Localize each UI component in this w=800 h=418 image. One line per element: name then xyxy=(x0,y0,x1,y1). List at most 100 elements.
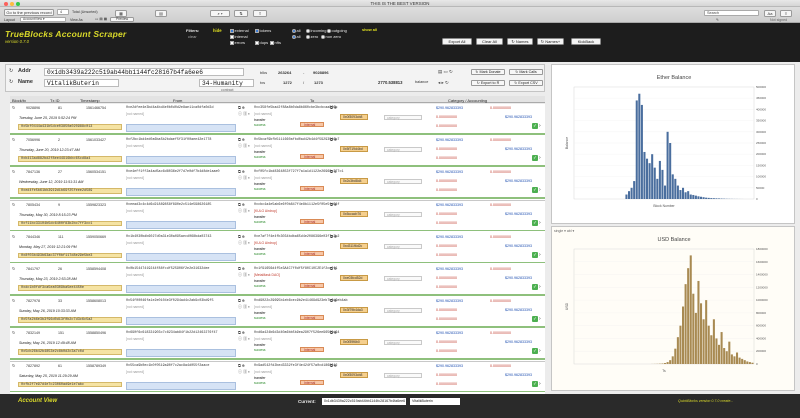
account-tag-field[interactable]: 34-Humanity xyxy=(199,79,254,87)
col-category-header[interactable]: Category / Accounting xyxy=(448,98,487,103)
row-fn-selector[interactable]: 0x5f719d4bd xyxy=(340,146,368,153)
row-refresh-icon[interactable]: ↻ xyxy=(12,234,15,239)
row-to-address[interactable]: 0x9ad542fd2bed3332fe3f4e424f57a0cd186864… xyxy=(254,364,337,368)
copy-icon[interactable]: ⧉ ⊕ xyxy=(238,266,245,271)
row-reconciled-icon[interactable]: ✓ xyxy=(532,348,538,355)
row-category-select[interactable]: category xyxy=(384,147,422,153)
name-refresh-icon[interactable]: ↻ xyxy=(9,79,13,85)
row-reconciled-icon[interactable]: ✓ xyxy=(532,251,538,258)
row-expand-icon[interactable]: › xyxy=(539,220,541,226)
to-copy-icon[interactable]: ⧉ ⊕ xyxy=(330,266,337,271)
clear-filters-link[interactable]: clear xyxy=(188,34,197,39)
to-copy-icon[interactable]: ⧉ ⊕ xyxy=(330,105,337,110)
search-input[interactable]: Search xyxy=(704,10,759,16)
row-tx-hash[interactable]: 0x5cb26b42b4853e2c8b0d2c3a7c0d xyxy=(18,349,122,355)
table-row[interactable]: ↻ 9028896 81 1561466754 Tuesday, June 25, 20… xyxy=(10,104,545,137)
names-plus-button[interactable]: ↻ Names+ xyxy=(537,38,564,45)
row-to-address[interactable]: 0xc358fe5bad2f88a8b0da8b860cbe3bcbcaa866… xyxy=(254,106,337,110)
row-from-address[interactable]: 0xe2dfee4e3bd4a4bd4e0b0d0d2e8ae11ca0dfa0… xyxy=(126,106,214,110)
table-row[interactable]: ↻ 7841797 26 1558594408 Thursday, May 23, 20… xyxy=(10,265,545,298)
copy-icon[interactable]: ⧉ ⊕ xyxy=(238,169,245,174)
row-from-address[interactable]: 0xeead3c4c4d6d21889858f890e2c514e5986261… xyxy=(126,203,211,207)
row-fn-selector[interactable]: 0xe03fcd52d xyxy=(340,275,368,281)
value-nonzero-radio[interactable]: non zero xyxy=(321,34,341,39)
to-copy-icon[interactable]: ⧉ ⊕ xyxy=(330,202,337,207)
to-copy-icon[interactable]: ⧉ ⊕ xyxy=(330,330,337,335)
dups-filter-checkbox[interactable]: dups xyxy=(255,40,268,45)
prev-record-button[interactable]: Go to the previous record xyxy=(4,9,54,16)
row-expand-icon[interactable]: › xyxy=(539,381,541,387)
find-icon[interactable]: ⌕ ▾ xyxy=(210,10,230,17)
row-from-address[interactable]: 0x55ca9b0ec1b0f0519a90f7c2ac8a4d055f2aac… xyxy=(126,364,209,368)
row-to-address[interactable]: 0x1f91656d4f5e3A4C7f0df5f80C10C2E1f2ce0f… xyxy=(254,267,337,271)
row-expand-icon[interactable]: › xyxy=(539,252,541,258)
row-fn-selector[interactable]: 0x5ccacb76 xyxy=(340,210,368,217)
info-icon[interactable]: ⓘ ▥ ▪ xyxy=(238,240,250,246)
row-fn-selector[interactable]: 0x0f3093cb8 xyxy=(340,371,368,378)
current-address-field[interactable]: 0x1db3439a222c519ab44bb1144fc28167b4fa6e… xyxy=(322,398,406,405)
page-nav-icons[interactable]: ◂ ▸ ↻ xyxy=(438,80,449,86)
copy-icon[interactable]: ⧉ ⊕ xyxy=(238,330,245,335)
row-tx-hash[interactable]: 0xb413ad882bd2f8ee44916bbc65cd8a4 xyxy=(18,156,122,162)
row-tx-hash[interactable]: 0xf11bc33104b5dc6400f83b2bc7ff3cc1 xyxy=(18,220,122,227)
row-category-select[interactable]: category xyxy=(384,115,422,120)
delete-record-icon[interactable]: ▤ xyxy=(155,10,167,17)
row-expand-icon[interactable]: › xyxy=(539,316,541,322)
mark-calls-button[interactable]: ↻ Mark Calls xyxy=(509,69,543,75)
address-field[interactable]: 0x1db3439a222c519ab44bb1144fc28167b4fa6e… xyxy=(44,68,244,76)
export-csv-button[interactable]: ↻ Export CSV xyxy=(509,80,543,86)
copy-icon[interactable]: ⧉ ⊕ xyxy=(238,298,245,303)
table-row[interactable]: ↻ 7827978 33 1558608013 Sunday, May 26, 2019… xyxy=(10,297,545,331)
row-tx-hash[interactable]: 0x5fa2b6e3b3f96d0d13f0b2c7d3c6c5a2 xyxy=(18,317,122,323)
row-tx-hash[interactable]: 0xfb2f7e97d4e7c23060ad9e1e7abc xyxy=(18,381,122,388)
row-expand-icon[interactable]: › xyxy=(539,155,541,161)
row-to-address[interactable]: 0xe7af7f4e4fb3034bdba65d4e2086396e03f7a3… xyxy=(254,235,339,239)
names-button[interactable]: ↻ Names xyxy=(507,38,533,45)
new-record-icon[interactable]: ▦ xyxy=(115,10,127,17)
sidebar-toggle-icon[interactable]: ≡ xyxy=(780,10,792,17)
row-refresh-icon[interactable]: ↻ xyxy=(12,363,15,368)
to-copy-icon[interactable]: ⧉ ⊕ xyxy=(330,234,337,239)
row-fn-selector[interactable]: 0x2c3bd8d4 xyxy=(340,178,368,185)
export-all-button[interactable]: Export All xyxy=(442,38,472,45)
row-reconciled-icon[interactable]: ✓ xyxy=(532,155,538,162)
row-category-select[interactable]: category xyxy=(384,276,422,281)
row-expand-icon[interactable]: › xyxy=(539,284,541,290)
table-row[interactable]: ↻ 7844346 111 1559050669 Monday, May 27, 201… xyxy=(10,232,545,266)
nfts-filter-checkbox[interactable]: nfts xyxy=(270,40,281,45)
row-from-address[interactable]: 0x690f6c618331903c7c8234ab84f1b22d124622… xyxy=(126,331,218,335)
internal-filter-checkbox[interactable]: internal xyxy=(230,34,248,39)
row-expand-icon[interactable]: › xyxy=(539,187,541,193)
table-row[interactable]: ↻ 7832149 151 1558850496 Sunday, May 26, 201… xyxy=(10,329,545,363)
table-row[interactable]: ↻ 7847136 27 1560534151 Wednesday, June 12, … xyxy=(10,168,545,202)
to-copy-icon[interactable]: ⧉ ⊕ xyxy=(330,137,337,142)
row-fn-selector[interactable]: 0x0f39f6b0 xyxy=(340,339,368,346)
info-icon[interactable]: ⓘ ▥ ▪ xyxy=(238,304,250,310)
info-icon[interactable]: ⓘ ▥ ▪ xyxy=(238,143,250,149)
table-row[interactable]: ↻ 7056996 2 1561033427 Thursday, June 20, 20… xyxy=(10,136,545,170)
row-reconciled-icon[interactable]: ✓ xyxy=(532,219,538,226)
row-category-select[interactable]: category xyxy=(384,211,422,217)
row-fn-selector[interactable]: 0x3f79b4da3 xyxy=(340,307,368,314)
row-refresh-icon[interactable]: ↻ xyxy=(12,105,15,110)
row-from-address[interactable]: 0xe4eff1ff2a4ad5ac6d8036e2f7d7e0df7b4d8d… xyxy=(126,170,220,174)
clear-all-button[interactable]: Clear All xyxy=(476,38,503,45)
row-fn-selector[interactable]: 0x0f3093cb8 xyxy=(340,114,368,120)
preview-button[interactable]: Preview xyxy=(110,17,134,22)
row-category-select[interactable]: category xyxy=(384,308,422,314)
kickback-button[interactable]: KickBack xyxy=(571,38,601,45)
info-icon[interactable]: ⓘ ▥ ▪ xyxy=(238,111,250,117)
row-reconciled-icon[interactable]: ✓ xyxy=(532,380,538,387)
info-icon[interactable]: ⓘ ▥ ▪ xyxy=(238,272,250,278)
row-tx-hash[interactable]: 0xdc1b0fdf3ca5ea0309ba5ee4450e xyxy=(18,285,122,291)
edit-layout-icon[interactable]: ✎ xyxy=(716,18,719,22)
row-category-select[interactable]: category xyxy=(384,179,422,185)
to-copy-icon[interactable]: ⧉ ⊕ xyxy=(330,363,337,368)
row-refresh-icon[interactable]: ↻ xyxy=(12,169,15,174)
row-tx-hash[interactable]: 0xed4fe5b61bb3919d1b69f25feee2d589 xyxy=(18,188,122,194)
row-tx-hash[interactable]: 0x5bf0444a431b5dce03850a020988c013 xyxy=(18,124,122,130)
row-refresh-icon[interactable]: ↻ xyxy=(12,266,15,271)
share-icon[interactable]: ⇪ xyxy=(253,10,267,17)
table-row[interactable]: ↻ 7805434 9 1559823323 Thursday, May 30, 201… xyxy=(10,200,545,234)
tokens-filter-checkbox[interactable]: tokens xyxy=(255,28,271,33)
